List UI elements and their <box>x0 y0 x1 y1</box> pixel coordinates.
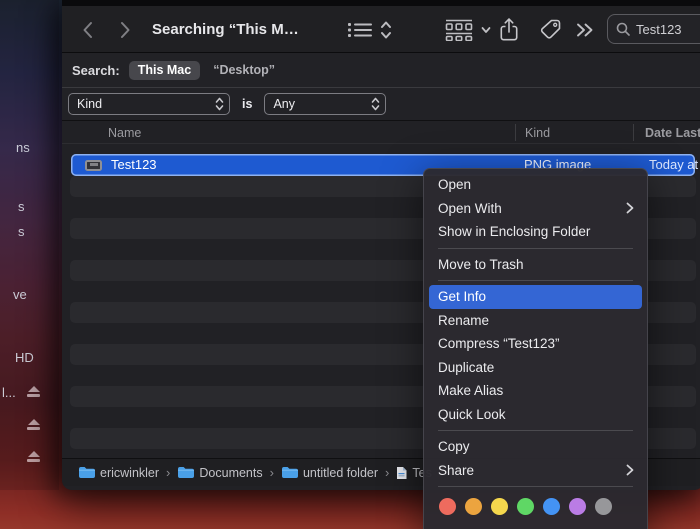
column-headers: Name Kind Date Last <box>62 121 700 144</box>
menu-item-move-to-trash[interactable]: Move to Trash <box>424 253 647 277</box>
eject-icon[interactable] <box>27 451 40 462</box>
file-icon <box>396 466 407 480</box>
search-filter-bar: Kind is Any <box>62 88 700 121</box>
background-sidebar-item-fragment: HD <box>15 350 34 365</box>
share-button[interactable] <box>499 6 519 53</box>
share-icon <box>500 18 518 41</box>
tag-dot[interactable] <box>491 498 508 515</box>
menu-item-show-in-enclosing-folder[interactable]: Show in Enclosing Folder <box>424 220 647 244</box>
folder-icon <box>178 467 195 478</box>
tag-dot[interactable] <box>465 498 482 515</box>
breadcrumb-item[interactable]: untitled folder <box>281 466 378 480</box>
png-file-icon <box>85 159 102 171</box>
tags-button[interactable] <box>539 6 562 53</box>
search-scope-label: Search: <box>72 62 120 78</box>
menu-separator <box>438 280 633 281</box>
context-menu: Open Open With Show in Enclosing Folder Mov… <box>423 168 648 529</box>
eject-icon[interactable] <box>27 419 40 430</box>
breadcrumb-separator: › <box>166 465 171 480</box>
dropdown-stepper-icon <box>215 97 224 111</box>
folder-icon <box>281 467 298 478</box>
folder-icon <box>177 466 195 479</box>
file-name: Test123 <box>111 157 157 172</box>
view-as-list-button[interactable] <box>348 6 372 53</box>
folder-icon <box>281 466 298 479</box>
filter-value-dropdown[interactable]: Any <box>264 93 387 115</box>
scope-desktop-button[interactable]: “Desktop” <box>213 63 275 77</box>
back-button[interactable] <box>82 6 93 53</box>
folder-icon <box>79 467 95 478</box>
scope-this-mac-button[interactable]: This Mac <box>128 60 201 80</box>
group-icon <box>445 19 473 41</box>
menu-item-open-with[interactable]: Open With <box>424 197 647 221</box>
background-window-sidebar: ns s s ve HD l... <box>0 0 59 490</box>
more-toolbar-items-button[interactable] <box>576 6 594 53</box>
column-header-name[interactable]: Name <box>108 121 141 144</box>
file-icon <box>397 466 407 479</box>
chevron-right-icon <box>121 21 130 38</box>
search-scope-bar: Search: This Mac “Desktop” <box>62 53 700 88</box>
menu-item-make-alias[interactable]: Make Alias <box>424 379 647 403</box>
menu-item-copy[interactable]: Copy <box>424 435 647 459</box>
menu-separator <box>438 486 633 487</box>
tag-dot[interactable] <box>543 498 560 515</box>
background-sidebar-item-fragment: ns <box>16 140 30 155</box>
window-title: Searching “This M… <box>152 21 299 38</box>
column-divider[interactable] <box>515 124 516 141</box>
column-divider[interactable] <box>633 124 634 141</box>
tag-dot[interactable] <box>439 498 456 515</box>
tag-dot[interactable] <box>517 498 534 515</box>
menu-item-open[interactable]: Open <box>424 173 647 197</box>
breadcrumb-item[interactable]: Documents <box>177 465 263 480</box>
breadcrumb-item[interactable]: ericwinkler <box>78 466 159 480</box>
toolbar: Searching “This M… Test123 <box>62 6 700 53</box>
menu-item-compress-test123[interactable]: Compress “Test123” <box>424 332 647 356</box>
search-icon <box>616 22 630 36</box>
filter-attribute-dropdown[interactable]: Kind <box>68 93 230 115</box>
breadcrumb-label: ericwinkler <box>100 465 160 480</box>
search-input[interactable]: Test123 <box>607 14 700 44</box>
tag-dot[interactable] <box>569 498 586 515</box>
forward-button[interactable] <box>120 6 131 53</box>
group-by-button[interactable] <box>445 6 491 53</box>
submenu-arrow-icon <box>626 202 634 214</box>
tag-icon <box>540 19 561 39</box>
menu-item-duplicate[interactable]: Duplicate <box>424 356 647 380</box>
background-sidebar-item-fragment: s <box>18 199 25 214</box>
eject-icon[interactable] <box>27 386 40 397</box>
filter-operator-label: is <box>242 97 253 111</box>
menu-item-get-info[interactable]: Get Info <box>429 285 642 309</box>
menu-separator <box>438 247 633 249</box>
menu-item-rename[interactable]: Rename <box>424 309 647 333</box>
breadcrumb-label: Documents <box>199 465 263 480</box>
menu-separator <box>438 430 633 431</box>
menu-item-quick-look[interactable]: Quick Look <box>424 403 647 427</box>
background-sidebar-item-fragment: l... <box>2 385 16 400</box>
chevron-left-icon <box>83 21 92 38</box>
search-value: Test123 <box>636 21 682 37</box>
menu-item-share[interactable]: Share <box>424 459 647 483</box>
tag-dot[interactable] <box>595 498 612 515</box>
chevron-down-icon <box>481 26 491 33</box>
background-sidebar-item-fragment: ve <box>13 287 27 302</box>
list-view-icon <box>348 22 372 37</box>
file-date: Today at <box>649 157 699 172</box>
background-sidebar-item-fragment: s <box>18 224 25 239</box>
view-mode-stepper[interactable] <box>380 6 392 53</box>
double-chevron-right-icon <box>577 23 593 36</box>
breadcrumb-separator: › <box>269 465 274 480</box>
submenu-arrow-icon <box>626 464 634 476</box>
column-header-kind[interactable]: Kind <box>525 121 550 144</box>
breadcrumb-label: untitled folder <box>302 465 379 480</box>
column-header-date-last[interactable]: Date Last <box>645 121 700 144</box>
breadcrumb-separator: › <box>385 465 390 480</box>
dropdown-stepper-icon <box>372 97 380 111</box>
folder-icon <box>78 466 95 479</box>
tag-color-row <box>424 491 647 515</box>
up-down-chevrons-icon <box>381 21 391 38</box>
